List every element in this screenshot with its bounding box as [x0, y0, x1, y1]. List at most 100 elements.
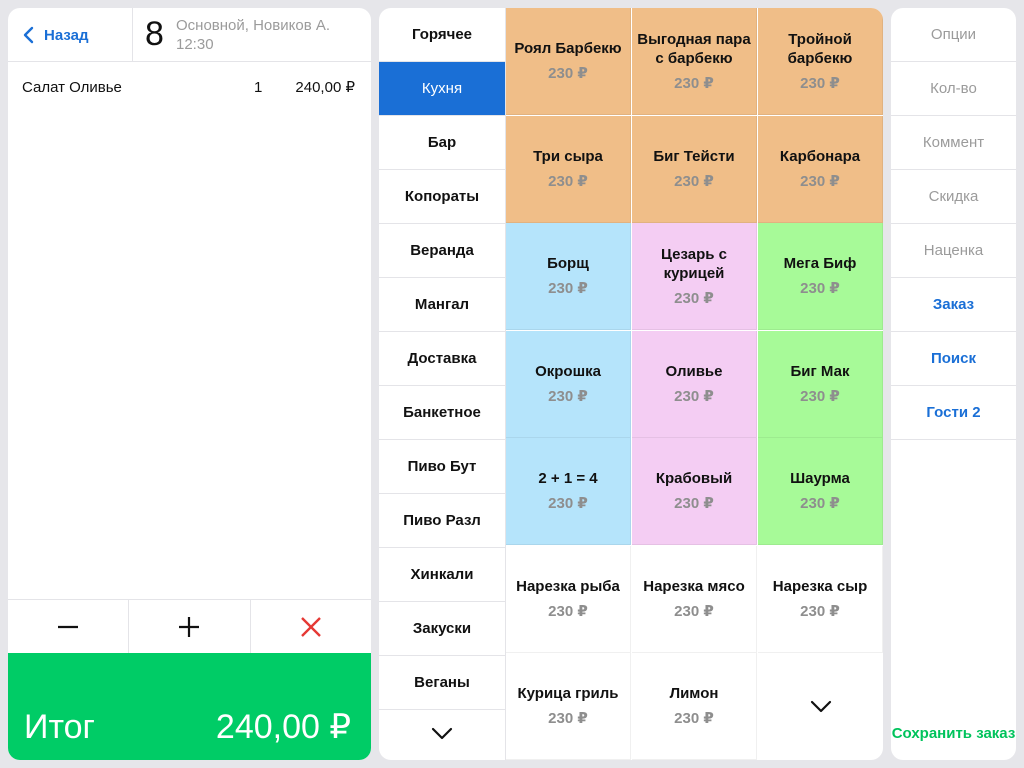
menu-item-price: 230 ₽ [800, 602, 840, 620]
menu-item-name: Борщ [547, 255, 589, 272]
increase-button[interactable] [129, 600, 251, 653]
category-item[interactable]: Доставка [379, 332, 505, 386]
menu-item-price: 230 ₽ [800, 74, 840, 92]
menu-grid: Роял Барбекю 230 ₽ Выгодная пара с барбекю… [506, 8, 883, 760]
menu-item-tile[interactable]: Курица гриль 230 ₽ [506, 653, 631, 760]
menu-item-tile[interactable]: Окрошка 230 ₽ [506, 330, 631, 438]
category-item[interactable]: Кухня [379, 62, 505, 116]
menu-item-name: Окрошка [535, 362, 601, 380]
menu-item-price: 230 ₽ [674, 602, 714, 620]
delete-button[interactable] [251, 600, 371, 653]
menu-item-tile[interactable]: Нарезка сыр 230 ₽ [758, 545, 883, 653]
plus-icon [179, 616, 200, 637]
menu-item-price: 230 ₽ [548, 65, 588, 82]
category-item[interactable]: Пиво Разл [379, 494, 505, 548]
menu-item-price: 230 ₽ [548, 602, 588, 620]
menu-item-price: 230 ₽ [548, 172, 588, 190]
option-button[interactable]: Наценка [891, 224, 1016, 278]
order-item-price: 240,00 ₽ [295, 79, 355, 96]
table-meta-hall-waiter: Основной, Новиков А. [176, 17, 331, 34]
back-button[interactable]: Назад [8, 8, 133, 62]
category-list: Горячее Кухня Бар Копораты Веранда Мангал Дост… [379, 8, 506, 760]
order-header: Назад 8 Основной, Новиков А. 12:30 [8, 8, 371, 62]
menu-item-tile[interactable]: Тройной барбекю 230 ₽ [758, 8, 883, 115]
menu-item-name: Нарезка сыр [772, 577, 868, 595]
menu-item-name: Цезарь с курицей [661, 245, 727, 282]
menu-item-price: 230 ₽ [800, 172, 840, 190]
order-item-qty: 1 [254, 79, 263, 96]
menu-item-name: Лимон [669, 685, 719, 702]
total-bar[interactable]: Итог 240,00 ₽ [8, 653, 371, 760]
category-scroll-down-button[interactable] [379, 707, 505, 760]
menu-item-tile[interactable]: Карбонара 230 ₽ [758, 115, 883, 223]
menu-item-price: 230 ₽ [548, 495, 588, 512]
category-item[interactable]: Копораты [379, 170, 505, 224]
category-item[interactable]: Пиво Бут [379, 440, 505, 494]
menu-item-price: 230 ₽ [800, 280, 840, 297]
menu-item-tile[interactable]: Борщ 230 ₽ [506, 223, 631, 330]
menu-item-name: Мега Биф [783, 255, 857, 272]
menu-item-tile[interactable]: Крабовый 230 ₽ [632, 438, 757, 545]
menu-item-name: Нарезка рыба [516, 577, 620, 595]
option-button[interactable]: Скидка [891, 170, 1016, 224]
menu-item-price: 230 ₽ [674, 710, 714, 727]
category-item[interactable]: Закуски [379, 602, 505, 656]
menu-item-price: 230 ₽ [674, 172, 714, 190]
menu-item-name: Выгодная пара с барбекю [637, 30, 751, 67]
menu-item-name: Оливье [665, 362, 723, 380]
menu-item-tile[interactable]: Биг Тейсти 230 ₽ [632, 115, 757, 223]
menu-item-name: Крабовый [655, 470, 733, 487]
menu-item-tile[interactable]: Биг Мак 230 ₽ [758, 330, 883, 438]
table-meta-time: 12:30 [176, 36, 214, 53]
menu-panel: Горячее Кухня Бар Копораты Веранда Мангал Дост… [379, 8, 883, 760]
menu-item-tile[interactable]: Лимон 230 ₽ [632, 653, 757, 760]
total-label: Итог [24, 708, 95, 746]
category-item[interactable]: Веранда [379, 224, 505, 278]
category-item[interactable]: Горячее [379, 8, 505, 62]
menu-item-tile[interactable]: Цезарь с курицей 230 ₽ [632, 223, 757, 330]
category-item[interactable]: Веганы [379, 656, 505, 710]
menu-item-price: 230 ₽ [674, 495, 714, 512]
save-order-button[interactable]: Сохранить заказ [891, 707, 1016, 760]
menu-item-tile[interactable]: Нарезка мясо 230 ₽ [632, 545, 757, 653]
order-line-item[interactable]: Салат Оливье 1 240,00 ₽ [8, 76, 371, 100]
menu-item-tile[interactable]: Мега Биф 230 ₽ [758, 223, 883, 330]
back-label: Назад [44, 26, 89, 44]
menu-item-tile[interactable]: Оливье 230 ₽ [632, 330, 757, 438]
menu-item-tile[interactable]: Три сыра 230 ₽ [506, 115, 631, 223]
menu-item-price: 230 ₽ [800, 387, 840, 405]
menu-item-name: Биг Мак [790, 362, 850, 380]
table-number: 8 [145, 15, 164, 53]
menu-item-name: Три сыра [533, 147, 603, 165]
option-button[interactable]: Кол-во [891, 62, 1016, 116]
category-item[interactable]: Бар [379, 116, 505, 170]
menu-item-name: Биг Тейсти [653, 147, 735, 165]
order-panel: Назад 8 Основной, Новиков А. 12:30 Салат… [8, 8, 371, 760]
menu-item-price: 230 ₽ [674, 74, 714, 92]
menu-item-tile[interactable]: Выгодная пара с барбекю 230 ₽ [632, 8, 757, 115]
option-button[interactable]: Коммент [891, 116, 1016, 170]
option-button[interactable]: Поиск [891, 332, 1016, 386]
order-actions [8, 599, 371, 653]
chevron-down-icon [810, 700, 831, 712]
menu-item-tile[interactable]: Нарезка рыба 230 ₽ [506, 545, 631, 653]
menu-item-price: 230 ₽ [548, 280, 588, 297]
options-panel: Опции Кол-во Коммент Скидка Наценка Заказ Поис… [891, 8, 1016, 760]
menu-item-tile[interactable]: Шаурма 230 ₽ [758, 438, 883, 545]
option-button[interactable]: Гости 2 [891, 386, 1016, 440]
decrease-button[interactable] [8, 600, 130, 653]
table-meta: Основной, Новиков А. 12:30 [176, 16, 330, 54]
menu-item-tile[interactable]: Роял Барбекю 230 ₽ [506, 8, 631, 115]
category-item[interactable]: Мангал [379, 278, 505, 332]
menu-item-name: Тройной барбекю [787, 30, 853, 67]
option-button[interactable]: Опции [891, 8, 1016, 62]
menu-item-name: Нарезка мясо [643, 577, 745, 595]
option-button[interactable]: Заказ [891, 278, 1016, 332]
menu-item-tile[interactable]: 2 + 1 = 4 230 ₽ [506, 438, 631, 545]
category-item[interactable]: Банкетное [379, 386, 505, 440]
menu-scroll-down-button[interactable] [758, 653, 883, 760]
category-item[interactable]: Хинкали [379, 548, 505, 602]
minus-icon [58, 625, 79, 628]
menu-item-price: 230 ₽ [800, 495, 840, 512]
menu-item-name: Курица гриль [517, 685, 619, 702]
